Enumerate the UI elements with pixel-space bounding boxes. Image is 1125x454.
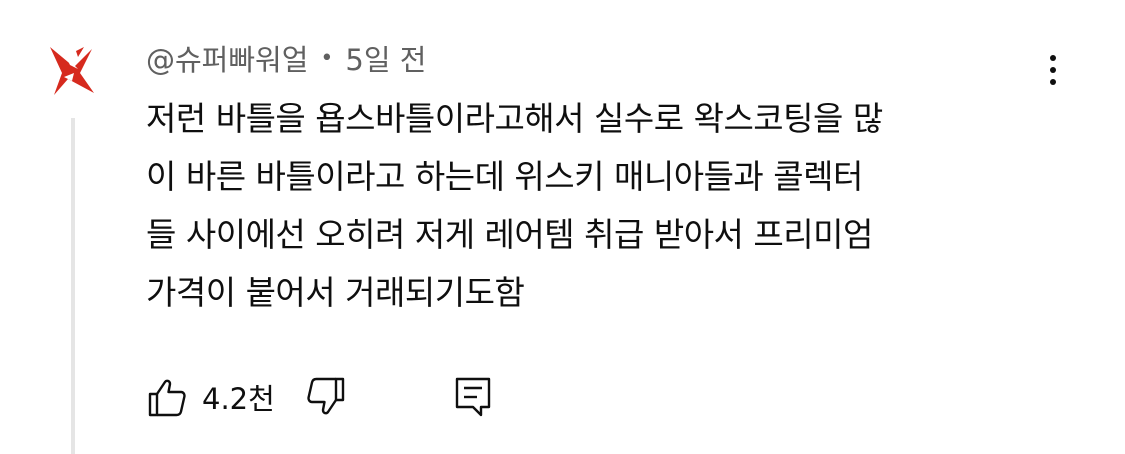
comment-time[interactable]: 5일 전 [345, 37, 426, 79]
like-count: 4.2천 [202, 382, 275, 416]
thumbs-up-icon [148, 379, 186, 417]
dislike-button[interactable] [305, 376, 347, 418]
comment-actions: 4.2천 [146, 372, 493, 422]
like-button[interactable] [146, 376, 188, 418]
vertical-ellipsis-icon [1050, 67, 1056, 73]
thread-line [71, 118, 75, 454]
vertical-ellipsis-icon [1050, 55, 1056, 61]
author-handle[interactable]: @슈퍼빠워얼 [146, 37, 308, 79]
avatar[interactable] [44, 43, 98, 97]
comment-item: @슈퍼빠워얼 • 5일 전 저런 바틀을 욥스바틀이라고해서 실수로 왁스코팅을… [0, 0, 1125, 454]
thumbs-down-icon [307, 377, 345, 415]
vertical-ellipsis-icon [1050, 79, 1056, 85]
comment-reply-icon [455, 377, 491, 417]
meta-separator: • [320, 45, 334, 71]
comment-meta: @슈퍼빠워얼 • 5일 전 [146, 38, 426, 78]
red-star-logo-icon [50, 47, 94, 95]
comment-text: 저런 바틀을 욥스바틀이라고해서 실수로 왁스코팅을 많 이 바른 바틀이라고 … [146, 99, 883, 312]
reply-button[interactable] [453, 375, 493, 419]
more-options-button[interactable] [1036, 46, 1070, 94]
